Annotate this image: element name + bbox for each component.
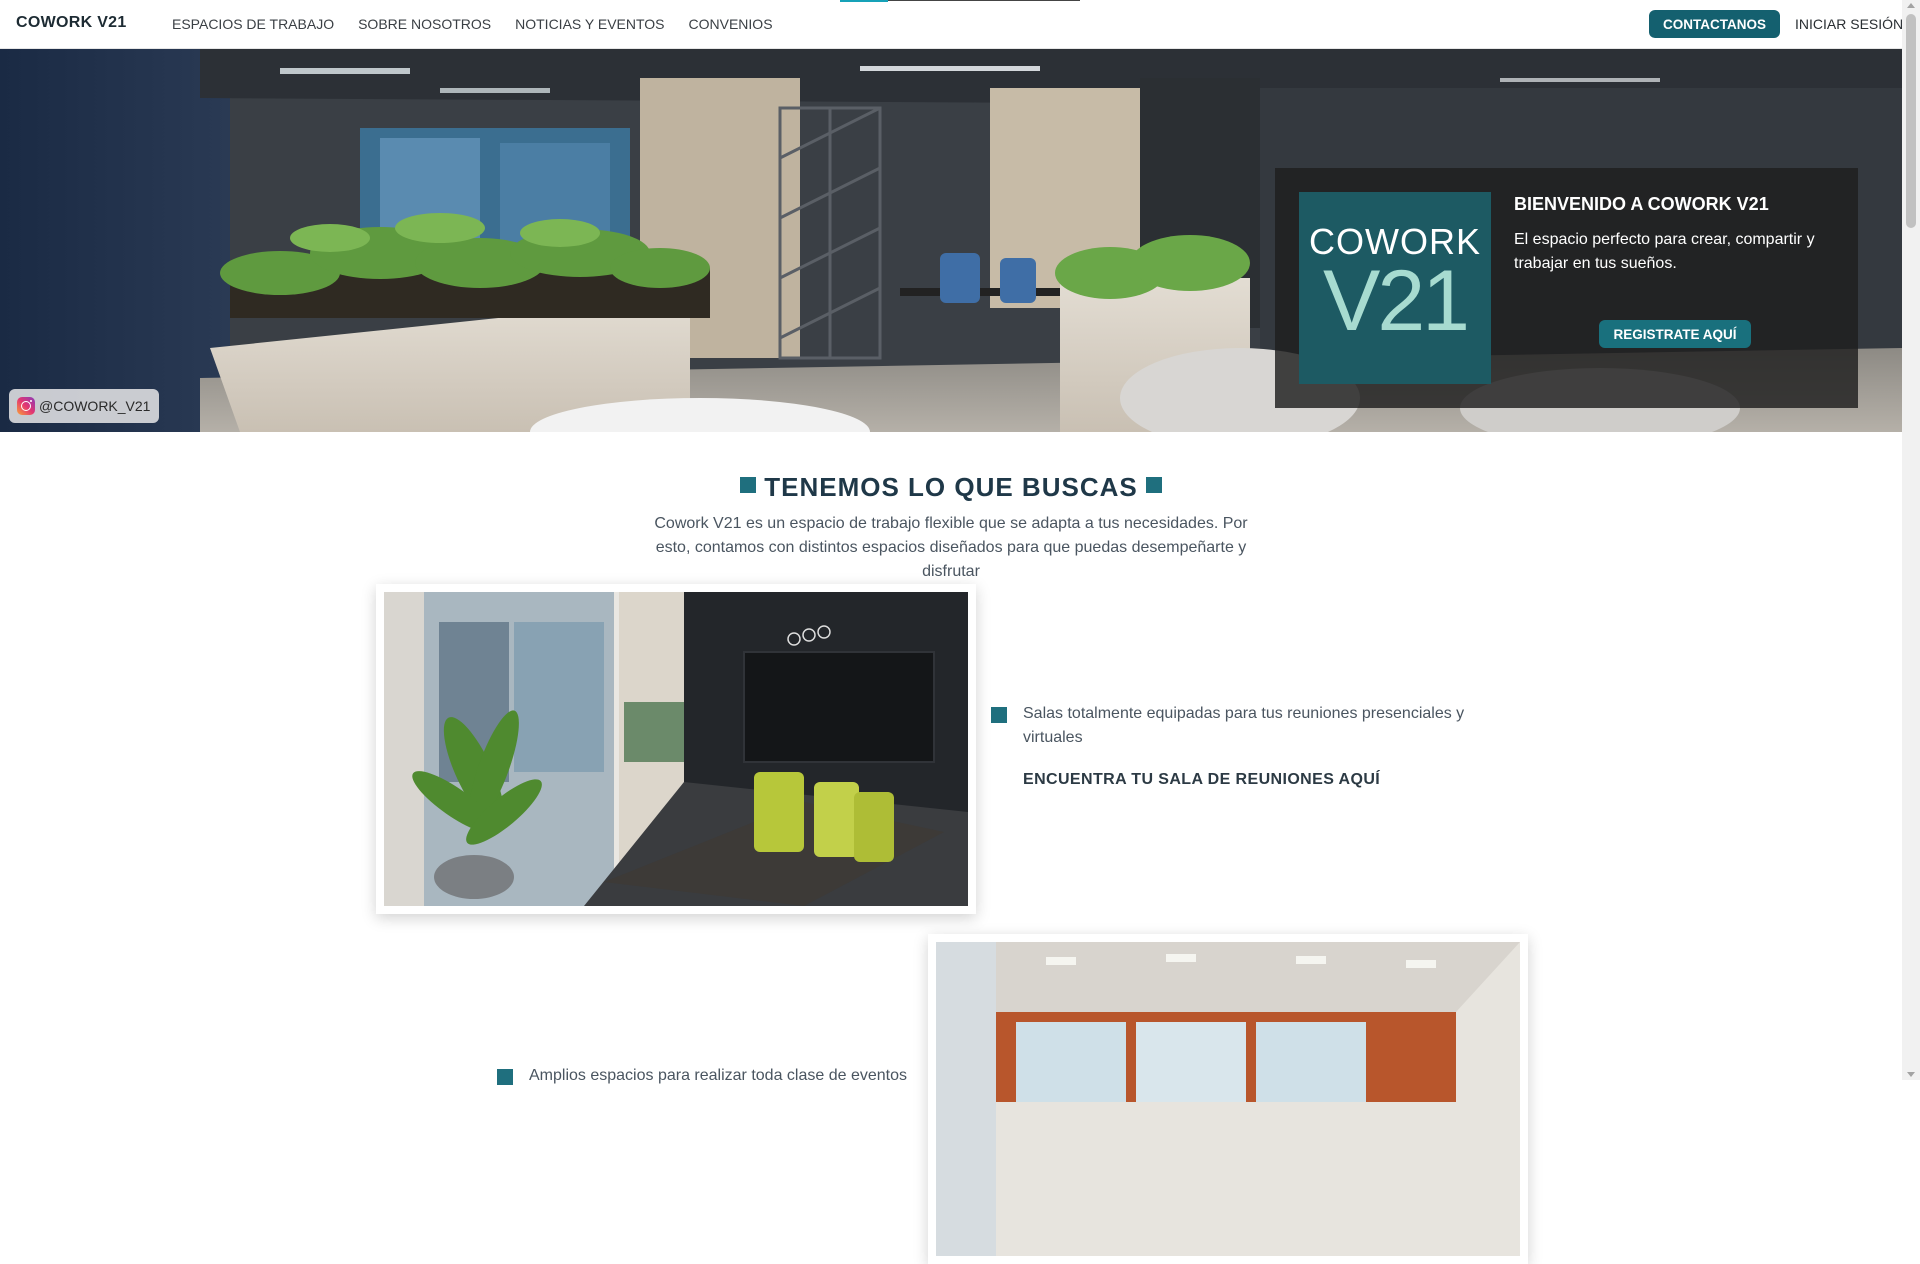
meeting-room-photo [384, 592, 968, 906]
logo-text-v21: V21 [1322, 253, 1470, 349]
feature-meeting-room-text: Salas totalmente equipadas para tus reun… [1023, 705, 1465, 746]
section-title-text: TENEMOS LO QUE BUSCAS [764, 472, 1138, 502]
brand-logo-text[interactable]: COWORK V21 [16, 14, 127, 32]
title-square-left-icon [740, 477, 757, 493]
meeting-room-photo-card [376, 584, 976, 914]
top-navbar: COWORK V21 ESPACIOS DE TRABAJO SOBRE NOS… [0, 0, 1903, 49]
nav-link-sobre-nosotros[interactable]: SOBRE NOSOTROS [358, 16, 491, 32]
section-description: Cowork V21 es un espacio de trabajo flex… [654, 515, 1248, 580]
event-space-photo [936, 942, 1520, 1256]
scroll-up-arrow-icon[interactable] [1907, 3, 1915, 8]
register-button[interactable]: REGISTRATE AQUÍ [1599, 320, 1751, 348]
instagram-handle: @COWORK_V21 [39, 398, 151, 414]
cowork-v21-logo: COWORK V21 [1299, 192, 1491, 384]
nav-link-espacios[interactable]: ESPACIOS DE TRABAJO [172, 16, 334, 32]
meeting-room-link[interactable]: ENCUENTRA TU SALA DE REUNIONES AQUÍ [1023, 771, 1380, 789]
feature-events-text: Amplios espacios para realizar toda clas… [529, 1067, 907, 1084]
scroll-progress-fill [840, 0, 888, 2]
nav-link-noticias[interactable]: NOTICIAS Y EVENTOS [515, 16, 664, 32]
nav-links: ESPACIOS DE TRABAJO SOBRE NOSOTROS NOTIC… [172, 16, 773, 32]
instagram-link[interactable]: @COWORK_V21 [9, 389, 160, 423]
scrollbar-thumb[interactable] [1906, 14, 1916, 228]
instagram-icon [17, 397, 35, 415]
feature-bullet-icon [991, 707, 1007, 723]
scroll-progress-bar [840, 0, 1080, 2]
welcome-title: BIENVENIDO A COWORK V21 [1514, 194, 1769, 214]
feature-bullet-icon [497, 1069, 513, 1085]
login-link[interactable]: INICIAR SESIÓN [1795, 16, 1903, 32]
event-space-photo-card [928, 934, 1528, 1264]
hero-banner: COWORK V21 BIENVENIDO A COWORK V21 El es… [0, 48, 1902, 432]
scroll-down-arrow-icon[interactable] [1907, 1072, 1915, 1077]
welcome-card: COWORK V21 BIENVENIDO A COWORK V21 El es… [1275, 168, 1858, 408]
nav-link-convenios[interactable]: CONVENIOS [689, 16, 773, 32]
section-title: TENEMOS LO QUE BUSCAS [0, 472, 1902, 503]
page-scrollbar[interactable] [1902, 0, 1920, 1080]
contact-button[interactable]: CONTACTANOS [1649, 10, 1780, 38]
title-square-right-icon [1145, 477, 1162, 493]
welcome-text: El espacio perfecto para crear, comparti… [1514, 231, 1815, 272]
